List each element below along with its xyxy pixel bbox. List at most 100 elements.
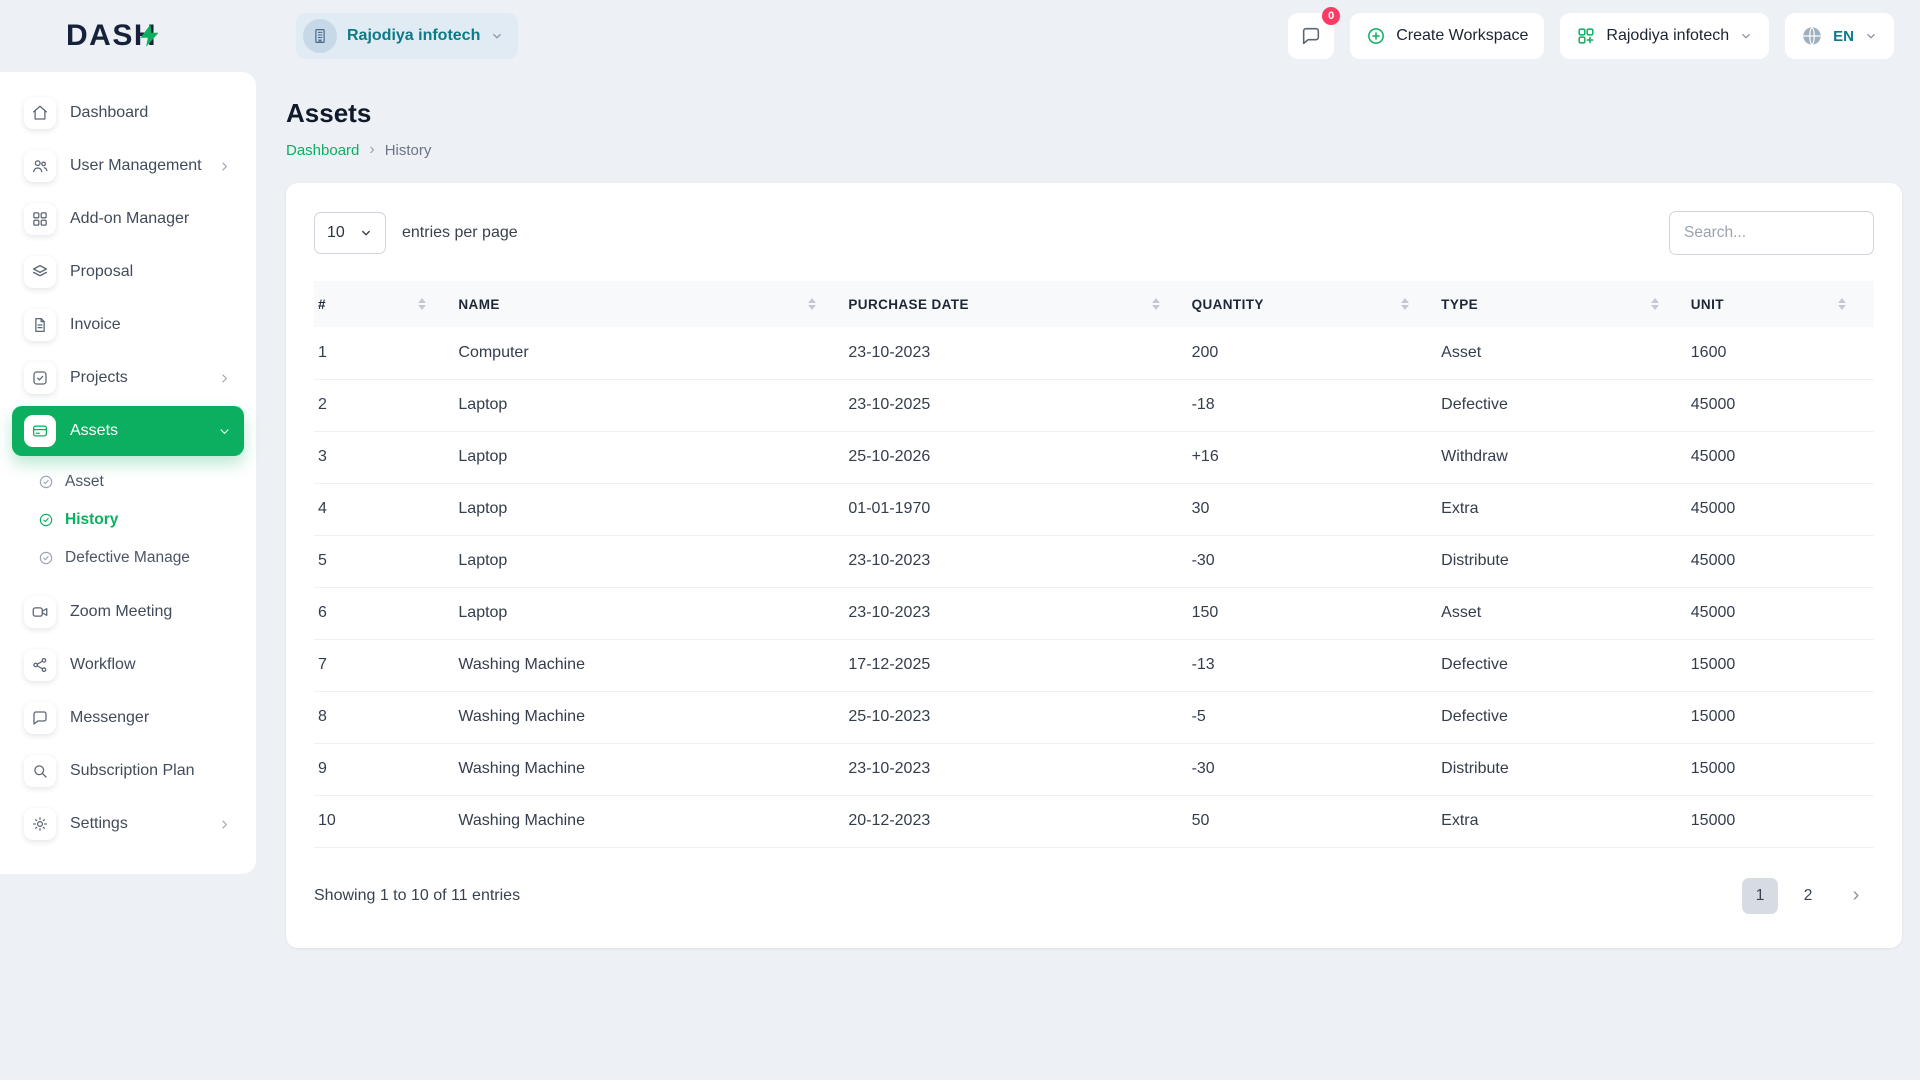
cell-name: Washing Machine — [454, 639, 845, 692]
cell-purchase-date: 25-10-2026 — [844, 431, 1188, 484]
circle-check-icon — [38, 474, 54, 490]
grid-icon — [24, 203, 56, 235]
sidebar-item-zoom-meeting[interactable]: Zoom Meeting — [12, 587, 244, 637]
table-row: 8 Washing Machine 25-10-2023 -5 Defective 150… — [314, 691, 1874, 744]
breadcrumb-dashboard-link[interactable]: Dashboard — [286, 142, 359, 159]
cell-quantity: 30 — [1187, 483, 1438, 536]
cell-purchase-date: 17-12-2025 — [844, 639, 1188, 692]
column-header-purchase-date[interactable]: PURCHASE DATE — [844, 281, 1188, 327]
chevron-right-icon — [217, 817, 232, 832]
globe-icon — [1803, 26, 1821, 46]
chevron-down-icon — [362, 230, 370, 236]
table-row: 2 Laptop 23-10-2025 -18 Defective 45000 — [314, 379, 1874, 432]
cell-name: Laptop — [454, 587, 845, 640]
cell-type: Extra — [1437, 795, 1687, 848]
circle-check-icon — [38, 512, 54, 528]
entries-summary: Showing 1 to 10 of 11 entries — [314, 886, 521, 904]
sidebar-item-label: Subscription Plan — [70, 762, 195, 779]
cell-name: Laptop — [454, 535, 845, 588]
workspace-avatar-icon — [303, 19, 337, 53]
sidebar-item-label: Zoom Meeting — [70, 603, 173, 620]
sidebar-item-label: Settings — [70, 815, 128, 832]
cell-unit: 15000 — [1686, 743, 1874, 796]
home-icon — [24, 97, 56, 129]
file-icon — [24, 309, 56, 341]
sidebar-item-user-management[interactable]: User Management — [12, 141, 244, 191]
column-header-unit[interactable]: UNIT — [1686, 281, 1874, 327]
cell-index: 6 — [314, 587, 455, 640]
assets-history-table: # NAME PURCHASE DATE QUANTITY TYPE UNIT 1 Comp… — [314, 281, 1874, 848]
sidebar-item-invoice[interactable]: Invoice — [12, 300, 244, 350]
cell-unit: 15000 — [1686, 795, 1874, 848]
share-nodes-icon — [24, 649, 56, 681]
assets-submenu: Asset History Defective Manage — [12, 459, 244, 587]
circle-check-icon — [38, 550, 54, 566]
sidebar-subitem-label: Asset — [65, 473, 104, 490]
messages-button[interactable]: 0 — [1288, 7, 1341, 59]
sidebar-item-label: Messenger — [70, 709, 150, 726]
workspace-dropdown[interactable]: Rajodiya infotech — [1560, 13, 1770, 59]
cell-unit: 45000 — [1686, 379, 1874, 432]
brand-logo[interactable]: DASH — [0, 19, 256, 53]
chevron-down-icon — [217, 424, 232, 439]
entries-per-page-label: entries per page — [402, 224, 518, 241]
search-input[interactable] — [1669, 211, 1874, 255]
assets-history-card: 10 entries per page #NAMEPURCHASE DATEQU… — [286, 183, 1902, 948]
create-workspace-button[interactable]: Create Workspace — [1350, 13, 1545, 59]
page-title: Assets — [286, 98, 372, 128]
sidebar-item-label: Assets — [70, 422, 119, 439]
sidebar-subitem-defective-manage[interactable]: Defective Manage — [12, 539, 244, 577]
chevron-right-icon — [217, 159, 232, 174]
sidebar-item-projects[interactable]: Projects — [12, 353, 244, 403]
cell-unit: 15000 — [1686, 691, 1874, 744]
sidebar-item-dashboard[interactable]: Dashboard — [12, 88, 244, 138]
language-selector[interactable]: EN — [1785, 13, 1894, 59]
cell-index: 2 — [314, 379, 455, 432]
sidebar-item-add-on-manager[interactable]: Add-on Manager — [12, 194, 244, 244]
cell-type: Withdraw — [1437, 431, 1687, 484]
cell-type: Distribute — [1437, 743, 1687, 796]
video-camera-icon — [24, 596, 56, 628]
column-header-type[interactable]: TYPE — [1437, 281, 1687, 327]
cell-purchase-date: 23-10-2023 — [844, 587, 1188, 640]
sidebar-subitem-history[interactable]: History — [12, 501, 244, 539]
sidebar-item-proposal[interactable]: Proposal — [12, 247, 244, 297]
table-row: 4 Laptop 01-01-1970 30 Extra 45000 — [314, 483, 1874, 536]
sort-icon — [1151, 298, 1160, 310]
cell-name: Laptop — [454, 379, 845, 432]
workspace-switcher-label: Rajodiya infotech — [347, 27, 481, 44]
language-code: EN — [1833, 27, 1854, 45]
column-header-name[interactable]: NAME — [454, 281, 845, 327]
table-row: 3 Laptop 25-10-2026 +16 Withdraw 45000 — [314, 431, 1874, 484]
column-header-index[interactable]: # — [314, 281, 455, 327]
entries-per-page-select[interactable]: 10 — [314, 212, 386, 254]
workspace-switcher[interactable]: Rajodiya infotech — [296, 13, 519, 59]
table-row: 6 Laptop 23-10-2023 150 Asset 45000 — [314, 587, 1874, 640]
cell-purchase-date: 01-01-1970 — [844, 483, 1188, 536]
table-row: 10 Washing Machine 20-12-2023 50 Extra 15000 — [314, 795, 1874, 848]
sidebar-subitem-asset[interactable]: Asset — [12, 463, 244, 501]
sort-icon — [418, 298, 427, 310]
cell-name: Washing Machine — [454, 795, 845, 848]
sidebar-item-messenger[interactable]: Messenger — [12, 693, 244, 743]
cell-type: Asset — [1437, 327, 1687, 380]
sort-icon — [1650, 298, 1659, 310]
magnifier-icon — [24, 755, 56, 787]
sidebar-item-label: Add-on Manager — [70, 210, 190, 227]
cell-unit: 1600 — [1686, 327, 1874, 380]
cell-index: 10 — [314, 795, 455, 848]
cell-index: 4 — [314, 483, 455, 536]
sidebar-item-label: Proposal — [70, 263, 134, 280]
table-controls: 10 entries per page — [314, 211, 1874, 255]
sidebar-item-assets[interactable]: Assets — [12, 406, 244, 456]
sidebar-item-workflow[interactable]: Workflow — [12, 640, 244, 690]
column-header-quantity[interactable]: QUANTITY — [1187, 281, 1438, 327]
sidebar-item-settings[interactable]: Settings — [12, 799, 244, 849]
cell-purchase-date: 20-12-2023 — [844, 795, 1188, 848]
cell-index: 1 — [314, 327, 455, 380]
page-button-1[interactable]: 1 — [1742, 877, 1778, 914]
chat-bubble-icon — [24, 702, 56, 734]
sidebar-item-subscription-plan[interactable]: Subscription Plan — [12, 746, 244, 796]
next-page-button[interactable]: › — [1838, 878, 1874, 914]
page-button-2[interactable]: 2 — [1790, 878, 1826, 914]
